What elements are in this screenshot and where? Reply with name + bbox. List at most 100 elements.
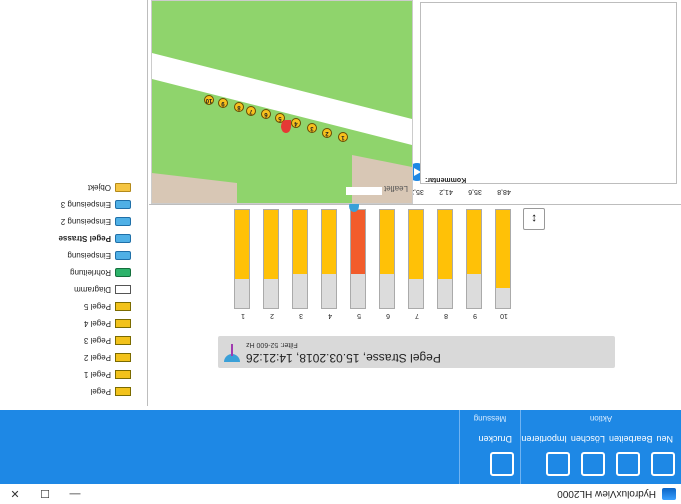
scale-toggle-button[interactable]: ↕	[523, 208, 545, 230]
gauge-fill	[351, 210, 365, 274]
gauge-value: 48,8	[497, 188, 511, 195]
gauge-label: 7	[415, 312, 419, 319]
tree-item[interactable]: Pegel 2	[0, 349, 147, 366]
tree-item-label: Einspeisung	[67, 251, 111, 260]
tree-item[interactable]: Rohrleitung	[0, 264, 147, 281]
tree-item-label: Pegel 3	[83, 336, 111, 345]
doc-icon	[115, 285, 131, 294]
tree-item[interactable]: Pegel	[0, 383, 147, 400]
gauge-fill	[496, 210, 510, 289]
tree-item-label: Objekt	[87, 183, 111, 192]
measurement-icon	[224, 344, 240, 362]
group-label-messung: Messung	[473, 414, 507, 423]
tree-item-label: Einspeisung 2	[60, 217, 111, 226]
measurement-filter: Filter: 52-600 Hz	[246, 341, 298, 348]
gauge-fill	[322, 210, 336, 274]
gauge-track	[292, 209, 308, 309]
gauge-icon	[115, 302, 131, 311]
comments-label: Kommentar:	[425, 176, 467, 183]
print-button[interactable]: Drucken	[478, 434, 512, 444]
map-marker[interactable]: 10	[204, 95, 214, 105]
edit-button[interactable]: Bearbeiten	[609, 434, 653, 444]
delete-button[interactable]: Löschen	[571, 434, 605, 444]
gauge-fill	[467, 210, 481, 274]
comments-panel[interactable]: Kommentar:	[420, 2, 677, 184]
tree-item-label: Pegel 2	[83, 353, 111, 362]
measurement-info-bar: Pegel Strasse, 15.03.2018, 14:21:26 Filt…	[218, 336, 615, 368]
gauge-label: 2	[270, 312, 274, 319]
map-view[interactable]: Leaflet 1 2 3 4 5 6 7 8 9 10	[151, 0, 413, 204]
tree-item[interactable]: Einspeisung 3	[0, 196, 147, 213]
tree-item-label: Pegel 5	[83, 302, 111, 311]
window-title: HydroluxView HL2000	[557, 488, 656, 500]
tree-item[interactable]: Pegel Strasse	[0, 230, 147, 247]
map-marker[interactable]: 6	[261, 109, 271, 119]
gauge-label: 9	[473, 312, 477, 319]
wave-icon	[115, 234, 131, 243]
gauge-track	[495, 209, 511, 309]
wave-icon	[115, 200, 131, 209]
import-button[interactable]: Importieren	[521, 434, 567, 444]
gauge-icon	[115, 319, 131, 328]
gauge-label: 4	[328, 312, 332, 319]
folder-icon	[115, 183, 131, 192]
gauge-icon	[115, 353, 131, 362]
gauge-fill	[293, 210, 307, 274]
tree-item[interactable]: Diagramm	[0, 281, 147, 298]
gauge-label: 8	[444, 312, 448, 319]
gauge-label: 1	[241, 312, 245, 319]
green-icon	[115, 268, 131, 277]
gauge-track	[321, 209, 337, 309]
tree-item[interactable]: Pegel 5	[0, 298, 147, 315]
maximize-button[interactable]: ☐	[30, 484, 60, 504]
map-marker[interactable]: 2	[322, 128, 332, 138]
gauge-track	[408, 209, 424, 309]
app-logo-icon	[662, 488, 676, 500]
map-marker[interactable]: 8	[234, 102, 244, 112]
new-icon[interactable]	[651, 452, 675, 476]
tree-item-label: Einspeisung 3	[60, 200, 111, 209]
map-marker[interactable]: 7	[246, 106, 256, 116]
gauge-fill	[438, 210, 452, 279]
group-label-aktion: Aktion	[589, 414, 613, 423]
gauges-panel: Pegel Strasse, 15.03.2018, 14:21:26 Filt…	[149, 163, 681, 406]
tree-item[interactable]: Einspeisung 2	[0, 213, 147, 230]
gauge-value: 35,6	[468, 188, 482, 195]
tree-item-label: Pegel Strasse	[58, 234, 111, 243]
tree-item-label: Pegel 4	[83, 319, 111, 328]
gauge-icon	[115, 387, 131, 396]
map-marker[interactable]: 1	[338, 132, 348, 142]
tree-item[interactable]: Pegel 3	[0, 332, 147, 349]
title-bar: HydroluxView HL2000 — ☐ ✕	[0, 483, 681, 504]
tree-item[interactable]: Pegel 1	[0, 366, 147, 383]
tree-item-label: Rohrleitung	[70, 268, 111, 277]
import-icon[interactable]	[546, 452, 570, 476]
new-button[interactable]: Neu	[656, 434, 673, 444]
map-building	[352, 155, 412, 203]
gauge-icon	[115, 336, 131, 345]
print-icon[interactable]	[490, 452, 514, 476]
tree-item[interactable]: Einspeisung	[0, 247, 147, 264]
map-location-pin-icon[interactable]	[281, 120, 291, 133]
tree-item-label: Diagramm	[74, 285, 111, 294]
map-marker[interactable]: 9	[218, 98, 228, 108]
edit-icon[interactable]	[616, 452, 640, 476]
tree-item-label: Pegel	[90, 387, 111, 396]
close-button[interactable]: ✕	[0, 484, 30, 504]
minimize-button[interactable]: —	[60, 484, 90, 504]
gauge-track	[466, 209, 482, 309]
delete-icon[interactable]	[581, 452, 605, 476]
map-marker[interactable]: 3	[307, 123, 317, 133]
app-window: HydroluxView HL2000 — ☐ ✕ Neu Bearbeiten…	[0, 0, 681, 504]
gauge-track	[349, 200, 366, 309]
tree-item[interactable]: Pegel 4	[0, 315, 147, 332]
object-tree: Pegel Pegel 1 Pegel 2 Pegel 3 Pegel 4 Pegel 5…	[0, 0, 148, 406]
gauge-label: 5	[357, 312, 361, 319]
gauge-track	[437, 209, 453, 309]
tree-item[interactable]: Objekt	[0, 179, 147, 196]
gauge-track	[263, 209, 279, 309]
ribbon-toolbar: Neu Bearbeiten Löschen Importieren Aktio…	[0, 410, 681, 484]
map-canvas	[152, 53, 412, 203]
map-marker[interactable]: 4	[291, 118, 301, 128]
measurement-title: Pegel Strasse, 15.03.2018, 14:21:26	[246, 351, 441, 365]
